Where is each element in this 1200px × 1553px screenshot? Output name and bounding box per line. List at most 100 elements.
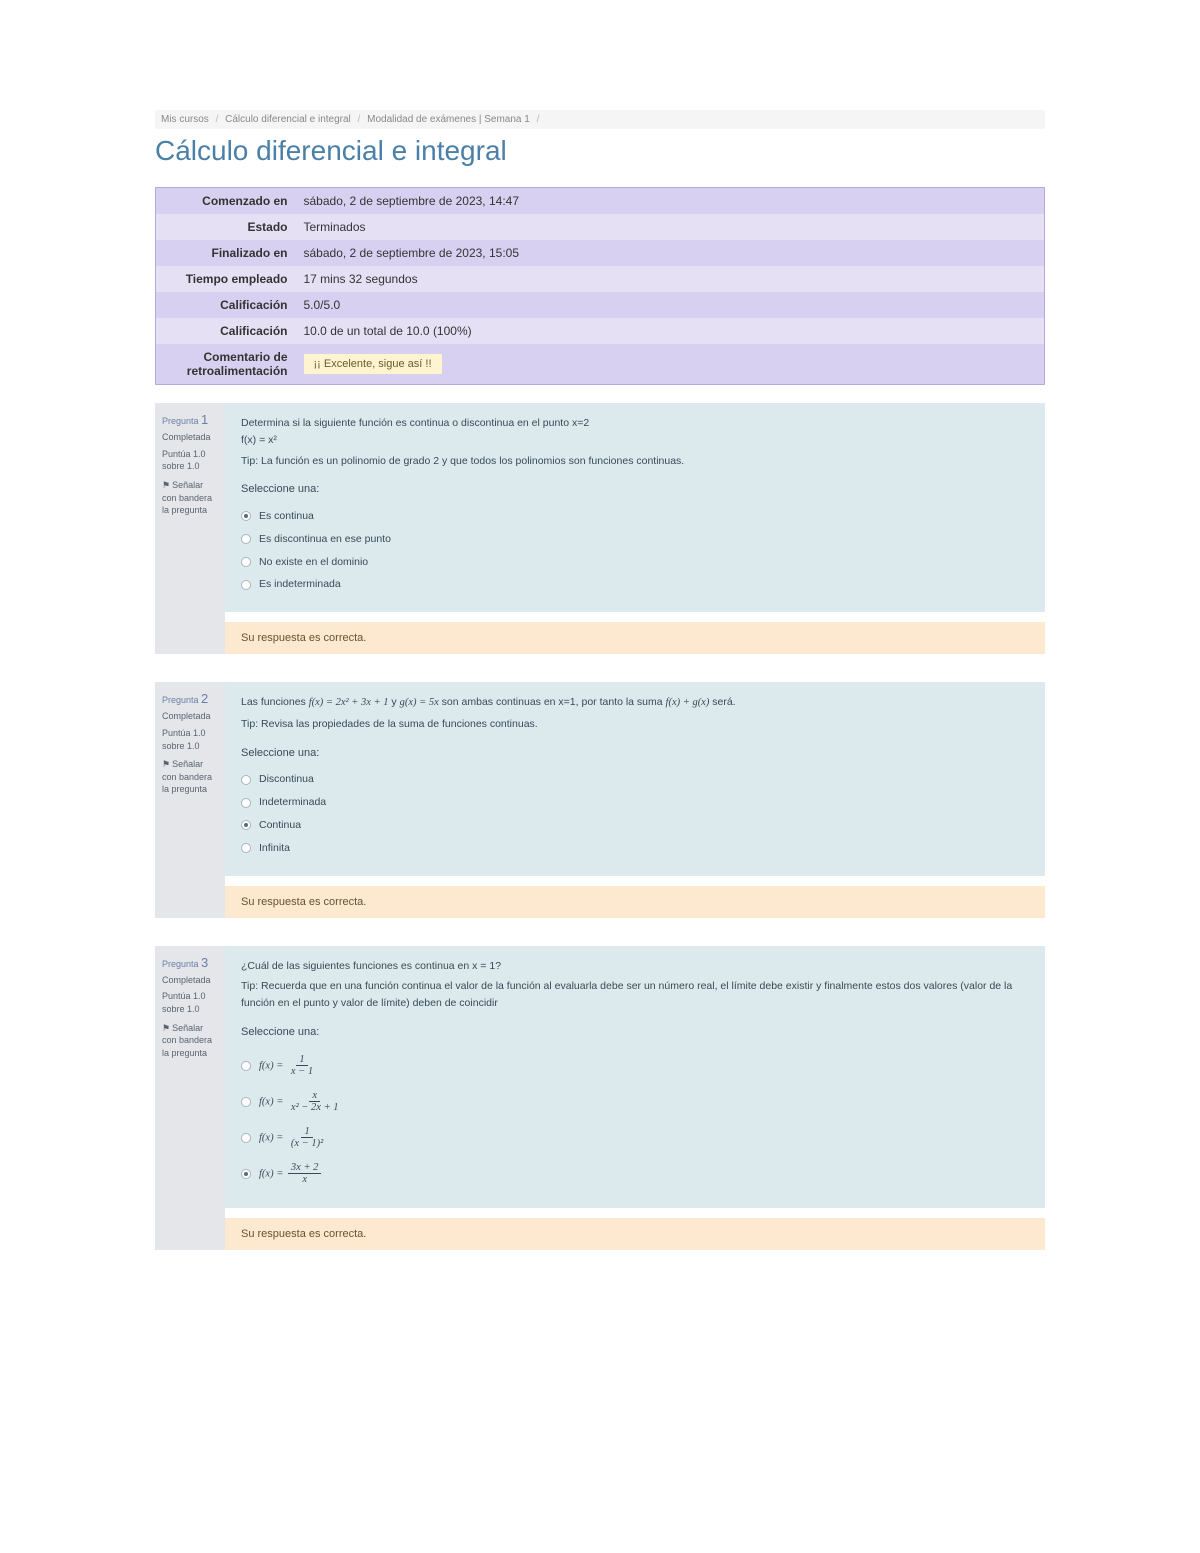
option[interactable]: Continua [241, 814, 1029, 837]
breadcrumb-link[interactable]: Mis cursos [161, 114, 209, 125]
question-block: Pregunta 1 Completada Puntúa 1.0 sobre 1… [155, 403, 1045, 654]
question-state: Completada [162, 431, 218, 444]
options: Es continua Es discontinua en ese punto … [241, 505, 1029, 596]
option-label: Discontinua [259, 771, 1029, 788]
option[interactable]: Discontinua [241, 768, 1029, 791]
option[interactable]: Es indeterminada [241, 573, 1029, 596]
summary-value: 17 mins 32 segundos [296, 266, 1045, 292]
question-number: Pregunta 1 [162, 411, 218, 429]
breadcrumb-sep: / [537, 114, 540, 125]
question-grade: Puntúa 1.0 sobre 1.0 [162, 990, 218, 1015]
radio-icon [241, 511, 251, 521]
breadcrumb-sep: / [358, 114, 361, 125]
option-label: Es indeterminada [259, 576, 1029, 593]
question-tip: Tip: La función es un polinomio de grado… [241, 453, 1029, 470]
summary-row: Finalizado en sábado, 2 de septiembre de… [156, 240, 1045, 266]
summary-row: Comenzado en sábado, 2 de septiembre de … [156, 188, 1045, 215]
summary-value: 5.0/5.0 [296, 292, 1045, 318]
option-label: Es discontinua en ese punto [259, 531, 1029, 548]
breadcrumb-link[interactable]: Cálculo diferencial e integral [225, 114, 351, 125]
breadcrumb-sep: / [216, 114, 219, 125]
summary-value: sábado, 2 de septiembre de 2023, 15:05 [296, 240, 1045, 266]
summary-row: Tiempo empleado 17 mins 32 segundos [156, 266, 1045, 292]
question-text: Las funciones f(x) = 2x² + 3x + 1 y g(x)… [241, 694, 1029, 712]
summary-label: Tiempo empleado [156, 266, 296, 292]
question-body: Las funciones f(x) = 2x² + 3x + 1 y g(x)… [225, 682, 1045, 875]
question-info: Pregunta 1 Completada Puntúa 1.0 sobre 1… [155, 403, 225, 654]
summary-value: Terminados [296, 214, 1045, 240]
question-body: Determina si la siguiente función es con… [225, 403, 1045, 612]
summary-label: Estado [156, 214, 296, 240]
option[interactable]: f(x) = 3x + 2x [241, 1156, 1029, 1192]
summary-value: 10.0 de un total de 10.0 (100%) [296, 318, 1045, 344]
summary-label: Comenzado en [156, 188, 296, 215]
option[interactable]: No existe en el dominio [241, 551, 1029, 574]
summary-row: Calificación 10.0 de un total de 10.0 (1… [156, 318, 1045, 344]
option[interactable]: f(x) = 1x − 1 [241, 1048, 1029, 1084]
option-label: Indeterminada [259, 794, 1029, 811]
question-tip: Tip: Revisa las propiedades de la suma d… [241, 716, 1029, 733]
option-label: Continua [259, 817, 1029, 834]
radio-icon [241, 1097, 251, 1107]
summary-table: Comenzado en sábado, 2 de septiembre de … [155, 187, 1045, 385]
radio-icon [241, 1061, 251, 1071]
question-state: Completada [162, 710, 218, 723]
summary-label: Calificación [156, 292, 296, 318]
option-label: Infinita [259, 840, 1029, 857]
option[interactable]: Es continua [241, 505, 1029, 528]
option-label: Es continua [259, 508, 1029, 525]
question-body: ¿Cuál de las siguientes funciones es con… [225, 946, 1045, 1208]
option[interactable]: f(x) = 1(x − 1)² [241, 1120, 1029, 1156]
summary-label: Calificación [156, 318, 296, 344]
radio-icon [241, 534, 251, 544]
option-label: f(x) = 1x − 1 [259, 1054, 1029, 1078]
question-grade: Puntúa 1.0 sobre 1.0 [162, 448, 218, 473]
flag-icon: ⚑ [162, 480, 170, 490]
question-number: Pregunta 3 [162, 954, 218, 972]
option[interactable]: Indeterminada [241, 791, 1029, 814]
question-text: Determina si la siguiente función es con… [241, 415, 1029, 432]
question-info: Pregunta 3 Completada Puntúa 1.0 sobre 1… [155, 946, 225, 1250]
question-number: Pregunta 2 [162, 690, 218, 708]
option[interactable]: Infinita [241, 837, 1029, 860]
option-label: f(x) = 3x + 2x [259, 1162, 1029, 1186]
select-label: Seleccione una: [241, 481, 1029, 499]
option[interactable]: Es discontinua en ese punto [241, 528, 1029, 551]
summary-value: ¡¡ Excelente, sigue así !! [296, 344, 1045, 385]
flag-question-link[interactable]: ⚑Señalar con bandera la pregunta [162, 479, 218, 517]
flag-icon: ⚑ [162, 1023, 170, 1033]
option[interactable]: f(x) = xx² − 2x + 1 [241, 1084, 1029, 1120]
select-label: Seleccione una: [241, 745, 1029, 763]
breadcrumb-link[interactable]: Modalidad de exámenes | Semana 1 [367, 114, 530, 125]
question-formula: f(x) = x² [241, 432, 1029, 449]
option-label: f(x) = 1(x − 1)² [259, 1126, 1029, 1150]
option-label: f(x) = xx² − 2x + 1 [259, 1090, 1029, 1114]
summary-label: Finalizado en [156, 240, 296, 266]
question-block: Pregunta 2 Completada Puntúa 1.0 sobre 1… [155, 682, 1045, 917]
options: Discontinua Indeterminada Continua Infin… [241, 768, 1029, 859]
question-text: ¿Cuál de las siguientes funciones es con… [241, 958, 1029, 975]
question-feedback: Su respuesta es correcta. [225, 622, 1045, 654]
radio-icon [241, 820, 251, 830]
summary-value: sábado, 2 de septiembre de 2023, 14:47 [296, 188, 1045, 215]
radio-icon [241, 775, 251, 785]
question-tip: Tip: Recuerda que en una función continu… [241, 978, 1029, 1012]
flag-question-link[interactable]: ⚑Señalar con bandera la pregunta [162, 1022, 218, 1060]
radio-icon [241, 1169, 251, 1179]
flag-icon: ⚑ [162, 759, 170, 769]
question-block: Pregunta 3 Completada Puntúa 1.0 sobre 1… [155, 946, 1045, 1250]
question-grade: Puntúa 1.0 sobre 1.0 [162, 727, 218, 752]
radio-icon [241, 1133, 251, 1143]
breadcrumb: Mis cursos / Cálculo diferencial e integ… [155, 110, 1045, 129]
summary-row: Comentario de retroalimentación ¡¡ Excel… [156, 344, 1045, 385]
summary-label: Comentario de retroalimentación [156, 344, 296, 385]
feedback-badge: ¡¡ Excelente, sigue así !! [304, 354, 442, 374]
page-title: Cálculo diferencial e integral [155, 135, 1045, 167]
radio-icon [241, 843, 251, 853]
radio-icon [241, 557, 251, 567]
radio-icon [241, 798, 251, 808]
option-label: No existe en el dominio [259, 554, 1029, 571]
question-feedback: Su respuesta es correcta. [225, 886, 1045, 918]
flag-question-link[interactable]: ⚑Señalar con bandera la pregunta [162, 758, 218, 796]
question-feedback: Su respuesta es correcta. [225, 1218, 1045, 1250]
